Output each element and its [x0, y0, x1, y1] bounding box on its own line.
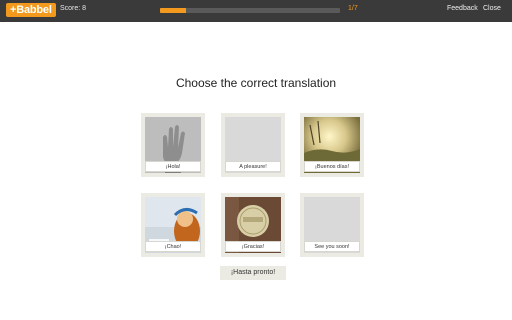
- option-card-chao[interactable]: ¡Chao!: [141, 193, 205, 257]
- babbel-logo: +Babbel: [6, 3, 56, 17]
- progress-counter: 1/7: [348, 5, 358, 12]
- option-label: ¡Buenos días!: [304, 161, 360, 172]
- progress-fill: [160, 8, 186, 13]
- option-label: ¡Gracias!: [225, 241, 281, 252]
- option-label: See you soon!: [304, 241, 360, 252]
- progress-bar: [160, 8, 340, 13]
- option-card-gracias[interactable]: ¡Gracias!: [221, 193, 285, 257]
- option-card-buenos-dias[interactable]: ¡Buenos días!: [300, 113, 364, 177]
- answer-chip-hasta-pronto[interactable]: ¡Hasta pronto!: [220, 266, 286, 280]
- exercise-prompt: Choose the correct translation: [175, 76, 337, 90]
- option-card-pleasure[interactable]: A pleasure!: [221, 113, 285, 177]
- close-link[interactable]: Close: [483, 5, 501, 12]
- top-bar: +Babbel Score: 8 1/7 Feedback Close: [0, 0, 512, 22]
- option-label: ¡Hola!: [145, 161, 201, 172]
- option-label: A pleasure!: [225, 161, 281, 172]
- score-text: Score: 8: [60, 5, 87, 12]
- option-card-hola[interactable]: ¡Hola!: [141, 113, 205, 177]
- feedback-link[interactable]: Feedback: [447, 5, 478, 12]
- option-card-see-you-soon[interactable]: See you soon!: [300, 193, 364, 257]
- option-label: ¡Chao!: [145, 241, 201, 252]
